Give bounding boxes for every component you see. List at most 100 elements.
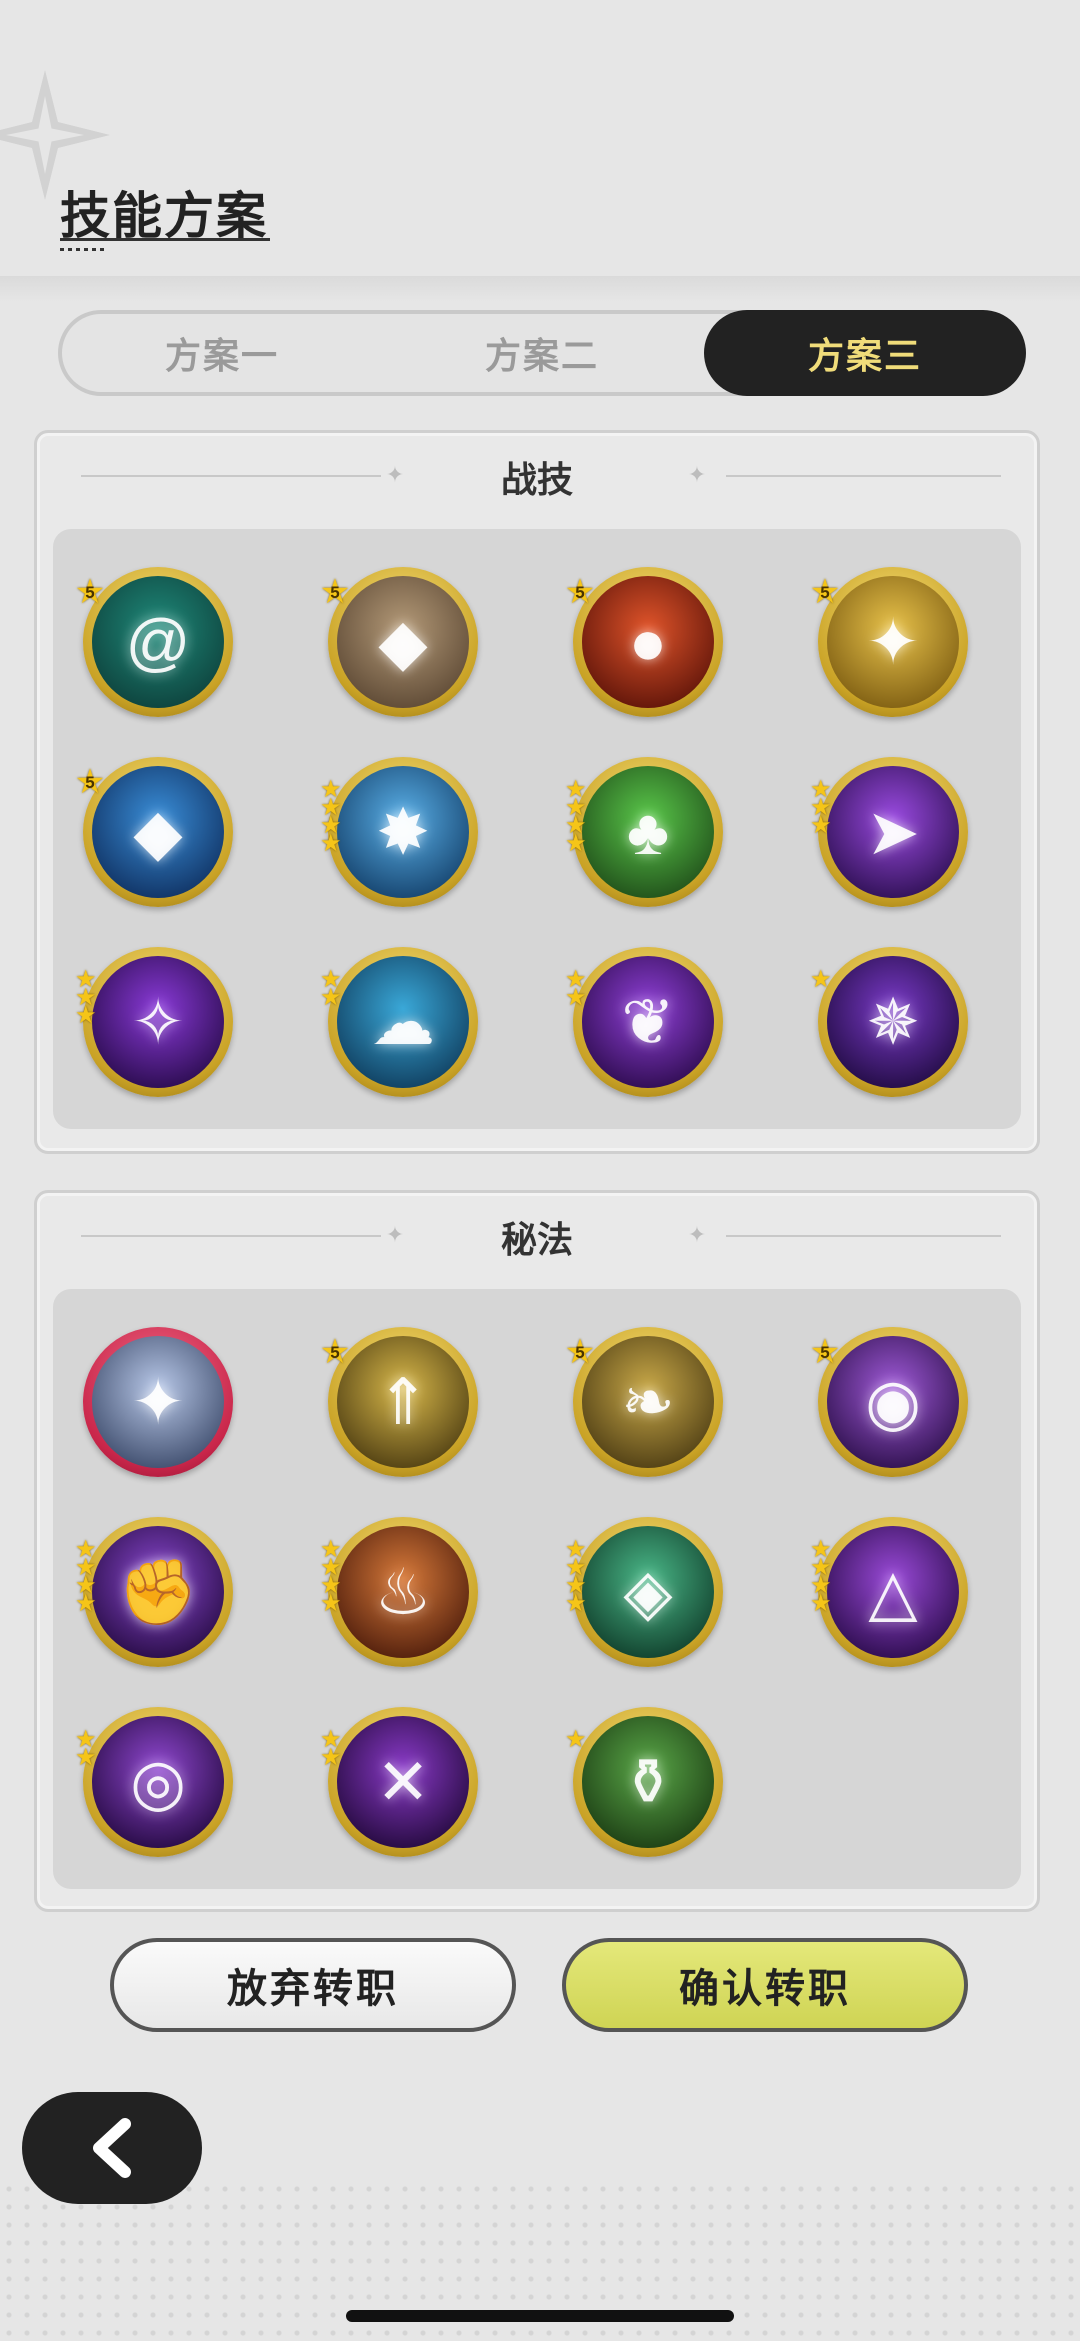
skill-slot[interactable]: ◉ ★ 5 [810, 1327, 968, 1477]
skill-glyph: ♣ [627, 796, 669, 868]
skill-slot[interactable]: ♨ ★ ★ ★ ★ [320, 1517, 478, 1667]
skill-slot[interactable]: ✸ ★ ★ ★ ★ [320, 757, 478, 907]
panel-header: ✦ 战技 ✦ [37, 433, 1037, 519]
rank-star-icon: ★ 5 [809, 573, 841, 611]
star-icon: ★ [810, 1590, 832, 1617]
skill-slot[interactable]: ✦ [83, 1327, 233, 1477]
star-rating: ★ ★ [565, 968, 591, 1011]
skill-slot[interactable]: ♣ ★ ★ ★ ★ [565, 757, 723, 907]
star-icon: ★ [320, 1744, 342, 1771]
star-rating: ★ ★ ★ ★ [75, 1538, 101, 1616]
arcane-crest-icon: ✵ [827, 956, 959, 1088]
skill-glyph: ◆ [133, 796, 183, 868]
skill-glyph: ✕ [376, 1746, 430, 1818]
skill-slot[interactable]: ✊ ★ ★ ★ ★ [75, 1517, 233, 1667]
flame-beast-icon: ♨ [337, 1526, 469, 1658]
arcane-wings-icon: ❦ [582, 956, 714, 1088]
skill-slot[interactable]: ☁ ★ ★ [320, 947, 478, 1097]
skill-slot[interactable]: ◆ ★ 5 [320, 567, 478, 717]
ice-crystal-icon: ◆ [92, 766, 224, 898]
rank-star-icon: ★ 5 [809, 1333, 841, 1371]
water-spirit-icon: ☁ [337, 956, 469, 1088]
rank-star-icon: ★ 5 [564, 573, 596, 611]
section-title-arcane: 秘法 [500, 1219, 573, 1260]
skill-glyph: ✦ [866, 606, 920, 678]
skill-slot[interactable]: @ ★ 5 [75, 567, 233, 717]
skill-glyph: ➤ [866, 796, 920, 868]
skill-slot[interactable]: ● ★ 5 [565, 567, 723, 717]
title-dots [60, 248, 106, 251]
golden-arrows-icon: ⇑ [337, 1336, 469, 1468]
skill-glyph: ◆ [378, 606, 428, 678]
rank-star-icon: ★ 5 [564, 1333, 596, 1371]
rune-cross-icon: ✕ [337, 1716, 469, 1848]
rank-star-icon: ★ 5 [74, 573, 106, 611]
star-rating: ★ [565, 1726, 591, 1753]
tab-plan-3[interactable]: 方案三 [704, 310, 1026, 396]
star-rating: ★ ★ ★ ★ [810, 1538, 836, 1617]
star-rating: ★ ★ ★ ★ [565, 1538, 591, 1616]
star-icon: ★ [75, 1002, 97, 1029]
arcane-slash-icon: ✧ [92, 956, 224, 1088]
skill-glyph: ✦ [131, 1366, 185, 1438]
tab-plan-1[interactable]: 方案一 [62, 314, 382, 392]
skill-glyph: ❦ [621, 986, 675, 1058]
skill-slot[interactable]: △ ★ ★ ★ ★ [810, 1517, 968, 1667]
star-icon: ★ [810, 966, 832, 993]
star-rating: ★ ★ [320, 968, 346, 1010]
rank-number: 5 [820, 583, 830, 602]
star-icon: ★ [565, 830, 587, 857]
rank-star-icon: ★ 5 [319, 1333, 351, 1371]
divider-line [726, 1235, 1001, 1237]
skill-glyph: ✵ [866, 986, 920, 1058]
star-icon: ★ [565, 984, 587, 1011]
skill-glyph: ♨ [374, 1556, 432, 1628]
star-rating: ★ ★ ★ ★ [320, 778, 346, 857]
potion-icon: ⚱ [582, 1716, 714, 1848]
skill-slot[interactable]: ⇑ ★ 5 [320, 1327, 478, 1477]
skill-slot[interactable]: ❧ ★ 5 [565, 1327, 723, 1477]
rank-number: 5 [575, 1343, 585, 1362]
arcane-triangle-icon: △ [827, 1526, 959, 1658]
star-icon: ★ [565, 1726, 587, 1753]
star-rating: ★ ★ ★ ★ [565, 778, 591, 857]
skill-slot[interactable]: ◈ ★ ★ ★ ★ [565, 1517, 723, 1667]
star-rating: ★ ★ [320, 1728, 346, 1771]
rank-number: 5 [575, 583, 585, 602]
skill-glyph: @ [125, 606, 191, 678]
skill-slot[interactable]: ❦ ★ ★ [565, 947, 723, 1097]
divider-line [726, 475, 1001, 477]
rank-number: 5 [330, 1343, 340, 1362]
arcane-arrow-icon: ➤ [827, 766, 959, 898]
skill-glyph: ◈ [623, 1556, 673, 1628]
arcane-skills-grid: ✦ ⇑ ★ 5 ❧ ★ 5 ◉ ★ 5 ✊ ★ ★ ★ ★ ♨ ★ ★ ★ ★ ◈ ★ ★ ★ ★ △ ★ ★ ★ ★ ◎ ★ ★ ✕ ★ ★ ⚱ ★ [53, 1289, 1021, 1889]
star-icon: ★ [75, 1744, 97, 1771]
combat-skills-panel: ✦ 战技 ✦ @ ★ 5 ◆ ★ 5 ● ★ 5 ✦ ★ 5 ◆ ★ 5 ✸ ★ ★ ★ ★ ♣ ★ ★ ★ ★ ➤ ★ ★ ★ ✧ ★ ★ ★… [34, 430, 1040, 1154]
skill-glyph: ◎ [130, 1746, 186, 1818]
skill-slot[interactable]: ✦ ★ 5 [810, 567, 968, 717]
confirm-class-change-button[interactable]: 确认转职 [562, 1938, 968, 2032]
skill-slot[interactable]: ✵ ★ [810, 947, 968, 1097]
skill-glyph: ❧ [621, 1366, 675, 1438]
void-eye-icon: ◎ [92, 1716, 224, 1848]
arcane-fist-icon: ✊ [92, 1526, 224, 1658]
skill-slot[interactable]: ✕ ★ ★ [320, 1707, 478, 1857]
skill-slot[interactable]: ◆ ★ 5 [75, 757, 233, 907]
star-rating: ★ ★ [75, 1728, 101, 1771]
star-rating: ★ [810, 966, 836, 993]
abandon-class-change-button[interactable]: 放弃转职 [110, 1938, 516, 2032]
skill-slot[interactable]: ➤ ★ ★ ★ [810, 757, 968, 907]
skill-slot[interactable]: ◎ ★ ★ [75, 1707, 233, 1857]
tab-plan-2[interactable]: 方案二 [382, 314, 702, 392]
skill-glyph: △ [868, 1556, 918, 1628]
rank-number: 5 [820, 1343, 830, 1362]
section-title-combat: 战技 [500, 459, 573, 500]
vortex-icon: @ [92, 576, 224, 708]
back-button[interactable] [22, 2092, 202, 2204]
star-icon: ★ [320, 830, 342, 857]
skill-slot[interactable]: ✧ ★ ★ ★ [75, 947, 233, 1097]
arcane-eye-icon: ◉ [827, 1336, 959, 1468]
skill-slot[interactable]: ⚱ ★ [565, 1707, 723, 1857]
rock-shards-icon: ◆ [337, 576, 469, 708]
star-icon: ★ [810, 812, 832, 839]
